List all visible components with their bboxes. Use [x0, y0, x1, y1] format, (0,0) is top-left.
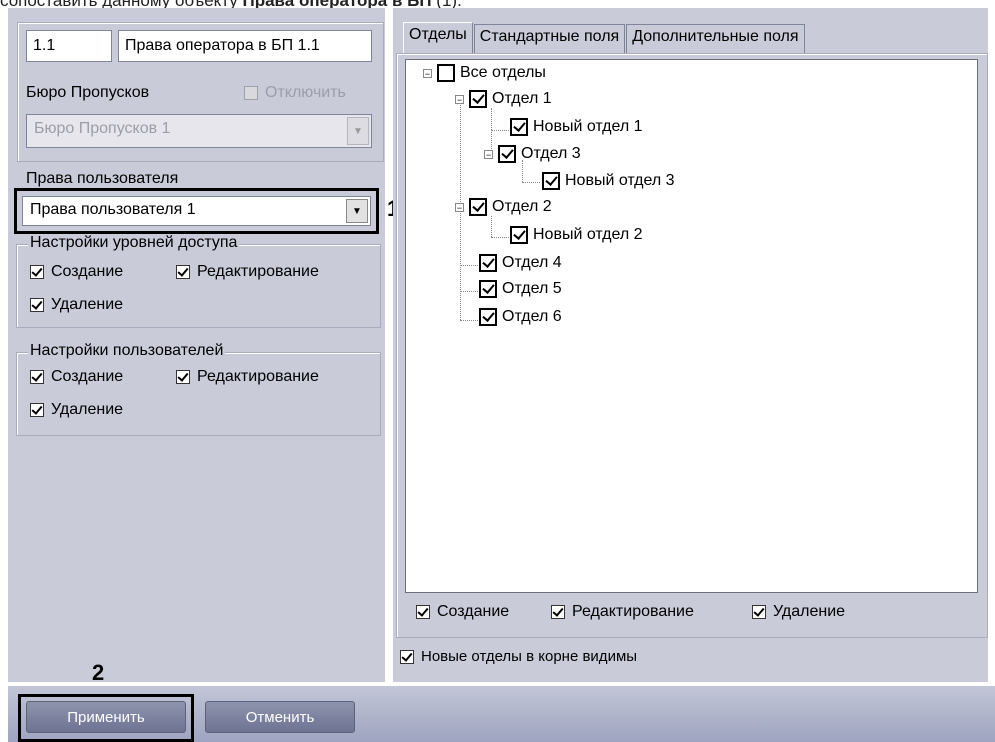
- collapse-icon[interactable]: −: [455, 202, 464, 212]
- bureau-select-value: Бюро Пропусков 1: [34, 120, 171, 137]
- checkbox-box[interactable]: [752, 605, 766, 619]
- perm-create-label: Создание: [437, 603, 510, 620]
- tree-line: [491, 216, 492, 237]
- access-level-settings-group: [16, 244, 381, 328]
- tree-node-new3[interactable]: Новый отдел 3: [542, 172, 675, 190]
- chevron-down-icon[interactable]: ▼: [346, 199, 368, 223]
- checkbox-box[interactable]: [416, 605, 430, 619]
- tree-node-label: Отдел 6: [502, 308, 562, 325]
- checkbox-box[interactable]: [479, 308, 497, 326]
- users-delete-checkbox[interactable]: Удаление: [30, 401, 123, 419]
- checkbox-box[interactable]: [542, 172, 560, 190]
- users-delete-label: Удаление: [51, 401, 124, 418]
- root-visible-label: Новые отделы в корне видимы: [421, 648, 638, 665]
- checkbox-box[interactable]: [30, 298, 44, 312]
- tree-line: [460, 320, 478, 321]
- checkbox-box[interactable]: [479, 280, 497, 298]
- collapse-icon[interactable]: −: [484, 149, 493, 159]
- users-create-checkbox[interactable]: Создание: [30, 368, 123, 386]
- cancel-button[interactable]: Отменить: [205, 701, 355, 733]
- tree-node-dep4[interactable]: Отдел 4: [479, 254, 562, 272]
- tree-line: [491, 237, 509, 238]
- object-name-field[interactable]: Права оператора в БП 1.1: [118, 30, 372, 62]
- perm-edit-label: Редактирование: [572, 603, 694, 620]
- users-edit-label: Редактирование: [197, 368, 319, 385]
- tree-node-label: Отдел 1: [492, 90, 552, 107]
- collapse-icon[interactable]: −: [423, 68, 432, 78]
- users-edit-checkbox[interactable]: Редактирование: [176, 368, 319, 386]
- tree-line: [491, 108, 492, 130]
- chevron-down-icon: ▼: [347, 117, 369, 145]
- tab-departments[interactable]: Отделы: [403, 22, 473, 54]
- tree-line: [491, 130, 509, 131]
- perm-create-checkbox[interactable]: Создание: [416, 603, 509, 621]
- checkbox-box[interactable]: [176, 370, 190, 384]
- tree-node-root[interactable]: − Все отделы: [423, 64, 546, 82]
- tree-line: [460, 265, 478, 266]
- checkbox-box[interactable]: [400, 649, 414, 664]
- object-id-field[interactable]: 1.1: [26, 30, 112, 62]
- tree-node-label: Отдел 4: [502, 254, 562, 271]
- tree-node-new2[interactable]: Новый отдел 2: [510, 226, 643, 244]
- tree-node-label: Новый отдел 1: [533, 118, 643, 135]
- checkbox-box[interactable]: [551, 605, 565, 619]
- tree-line: [460, 291, 478, 292]
- user-rights-label: Права пользователя: [26, 170, 179, 187]
- user-rights-select-value: Права пользователя 1: [30, 201, 196, 218]
- disable-checkbox-box: [244, 86, 258, 100]
- bureau-select: Бюро Пропусков 1 ▼: [26, 114, 372, 148]
- tree-node-dep3[interactable]: − Отдел 3: [484, 145, 581, 163]
- bureau-label: Бюро Пропусков: [26, 84, 150, 101]
- checkbox-box[interactable]: [498, 145, 516, 163]
- user-settings-title: Настройки пользователей: [28, 342, 226, 360]
- disable-checkbox: Отключить: [244, 84, 346, 102]
- checkbox-box[interactable]: [30, 403, 44, 417]
- apply-button[interactable]: Применить: [26, 701, 186, 733]
- checkbox-box[interactable]: [176, 265, 190, 279]
- checkbox-box[interactable]: [469, 90, 487, 108]
- tree-node-label: Все отделы: [460, 64, 546, 81]
- tab-additional-fields[interactable]: Дополнительные поля: [626, 24, 805, 54]
- tree-line: [522, 182, 540, 183]
- tree-node-new1[interactable]: Новый отдел 1: [510, 118, 643, 136]
- users-create-label: Создание: [51, 368, 124, 385]
- tree-node-dep5[interactable]: Отдел 5: [479, 280, 562, 298]
- tree-node-dep6[interactable]: Отдел 6: [479, 308, 562, 326]
- collapse-icon[interactable]: −: [455, 94, 464, 104]
- checkbox-box[interactable]: [510, 118, 528, 136]
- tree-node-label: Отдел 5: [502, 280, 562, 297]
- root-visible-checkbox[interactable]: Новые отделы в корне видимы: [400, 648, 637, 665]
- perm-edit-checkbox[interactable]: Редактирование: [551, 603, 694, 621]
- checkbox-box[interactable]: [479, 254, 497, 272]
- checkbox-box[interactable]: [510, 226, 528, 244]
- tab-standard-fields[interactable]: Стандартные поля: [473, 24, 626, 54]
- tab-strip: Отделы Стандартные поля Дополнительные п…: [403, 22, 806, 54]
- user-rights-select[interactable]: Права пользователя 1 ▼: [22, 196, 371, 226]
- tree-node-label: Отдел 3: [521, 145, 581, 162]
- access-delete-label: Удаление: [51, 296, 124, 313]
- tree-node-dep2[interactable]: − Отдел 2: [455, 198, 552, 216]
- checkbox-box[interactable]: [437, 64, 455, 82]
- tree-node-label: Новый отдел 2: [533, 226, 643, 243]
- user-settings-group: [16, 352, 381, 436]
- marker-2: 2: [92, 660, 105, 685]
- access-edit-checkbox[interactable]: Редактирование: [176, 263, 319, 281]
- perm-delete-label: Удаление: [773, 603, 846, 620]
- checkbox-box[interactable]: [30, 265, 44, 279]
- perm-delete-checkbox[interactable]: Удаление: [752, 603, 845, 621]
- access-create-checkbox[interactable]: Создание: [30, 263, 123, 281]
- access-create-label: Создание: [51, 263, 124, 280]
- disable-label: Отключить: [265, 84, 346, 101]
- checkbox-box[interactable]: [30, 370, 44, 384]
- access-edit-label: Редактирование: [197, 263, 319, 280]
- tree-line: [522, 160, 523, 182]
- tree-node-dep1[interactable]: − Отдел 1: [455, 90, 552, 108]
- access-level-settings-title: Настройки уровней доступа: [28, 234, 240, 252]
- checkbox-box[interactable]: [469, 198, 487, 216]
- tree-node-label: Новый отдел 3: [565, 172, 675, 189]
- tree-node-label: Отдел 2: [492, 198, 552, 215]
- access-delete-checkbox[interactable]: Удаление: [30, 296, 123, 314]
